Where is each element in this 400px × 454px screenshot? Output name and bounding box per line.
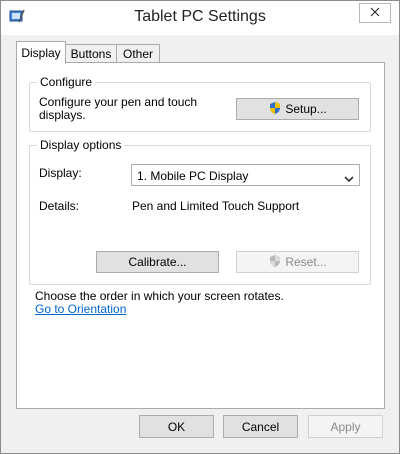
configure-group: Configure Configure your pen and touch d… [29,75,371,132]
display-options-group-label: Display options [37,138,125,152]
tab-other[interactable]: Other [116,44,160,63]
chevron-down-icon [344,172,354,186]
details-value: Pen and Limited Touch Support [132,199,300,213]
close-icon [370,6,380,20]
display-select[interactable]: 1. Mobile PC Display [131,164,360,186]
orientation-text: Choose the order in which your screen ro… [35,289,284,303]
configure-description: Configure your pen and touch displays. [39,95,198,122]
configure-group-label: Configure [37,75,96,89]
display-options-group: Display options Display: 1. Mobile PC Di… [29,138,371,285]
tab-display[interactable]: Display [16,41,66,64]
tab-buttons[interactable]: Buttons [65,44,117,63]
window-title: Tablet PC Settings [134,8,266,25]
close-button[interactable] [359,3,391,23]
title-bar[interactable]: Tablet PC Settings [1,1,399,35]
details-label: Details: [39,199,80,213]
cancel-button[interactable]: Cancel [223,415,298,438]
reset-button[interactable]: Reset... [236,251,359,273]
ok-button[interactable]: OK [139,415,214,438]
display-select-value: 1. Mobile PC Display [137,169,249,183]
display-label: Display: [39,166,82,180]
apply-button[interactable]: Apply [308,415,383,438]
calibrate-button[interactable]: Calibrate... [96,251,219,273]
setup-button-label: Setup... [285,102,327,116]
go-to-orientation-link[interactable]: Go to Orientation [35,302,126,316]
uac-shield-icon [268,101,282,118]
setup-button[interactable]: Setup... [236,98,359,120]
uac-shield-icon-disabled [268,254,282,271]
reset-button-label: Reset... [285,255,327,269]
display-tab-panel: Configure Configure your pen and touch d… [16,62,385,409]
tablet-pc-settings-window: Tablet PC Settings Display Buttons Other… [0,0,400,454]
